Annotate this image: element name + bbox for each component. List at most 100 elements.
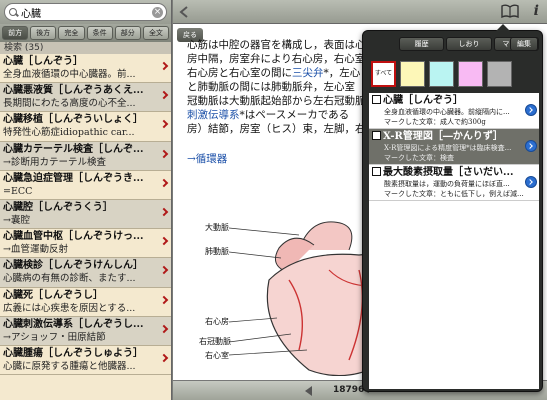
list-item-title: 心臓検診［しんぞうけんしん］ <box>3 260 143 272</box>
tab-history[interactable]: 履歴 <box>399 37 445 51</box>
search-mode-bar: 前方 後方 完全 条件 部分 全文 <box>0 24 171 42</box>
mode-forward-button[interactable]: 前方 <box>2 26 29 40</box>
edit-button[interactable]: 編集 <box>510 37 538 51</box>
list-item[interactable]: 心臓悪液質［しんぞうあくえ... 長期間にわたる高度の心不全... <box>0 83 171 113</box>
results-list: 心臓［しんぞう］ 全身血液循環の中心臓器。前... 心臓悪液質［しんぞうあくえ..… <box>0 54 171 376</box>
mode-backward-button[interactable]: 後方 <box>30 26 57 40</box>
marker-item-marked: マークした文章：検査 <box>384 154 454 162</box>
filter-yellow-swatch[interactable] <box>400 61 425 87</box>
go-arrow-icon[interactable] <box>525 176 537 188</box>
go-arrow-icon[interactable] <box>525 140 537 152</box>
list-item-snippet: →嚢腔 <box>3 214 30 226</box>
list-item-snippet: 心臓病の有無の診断、またす... <box>3 273 136 285</box>
marker-item[interactable]: 心臓［しんぞう］ 全身血液循環の中心臓器。前縦隔内に... マークした文章：成人… <box>369 93 539 129</box>
chevron-right-icon <box>159 353 169 363</box>
popover-arrow <box>496 24 510 31</box>
search-bar: 心臓 × <box>0 0 171 24</box>
chevron-right-icon <box>159 149 169 158</box>
marker-list: 心臓［しんぞう］ 全身血液循環の中心臓器。前縦隔内に... マークした文章：成人… <box>369 93 539 389</box>
mode-exact-button[interactable]: 完全 <box>58 26 85 40</box>
label-right-coronary: 右冠動脈 <box>199 337 231 346</box>
list-item-title: 心臓カテーテル検査［しんぞ... <box>3 143 144 155</box>
label-pulmonary-artery: 肺動脈 <box>205 247 229 256</box>
link-shigeki[interactable]: 刺激伝導系 <box>187 109 240 121</box>
link-see-also[interactable]: →循環器 <box>187 153 227 165</box>
clear-icon[interactable]: × <box>152 6 163 18</box>
checkbox[interactable] <box>372 167 381 176</box>
marker-item-marked: マークした文章：ともに低下し，例えば減... <box>384 190 524 198</box>
marker-item-title: 心臓［しんぞう］ <box>372 95 525 107</box>
list-item-title: 心臓死［しんぞうし］ <box>3 289 103 301</box>
chevron-right-icon <box>159 207 169 217</box>
list-item[interactable]: 心臓移植［しんぞういしょく］ 特発性心筋症idiopathic car... <box>0 112 171 142</box>
list-item[interactable]: 心臓急迫症管理［しんぞうき... =ECC <box>0 171 171 200</box>
list-item-title: 心臓［しんぞう］ <box>3 56 83 67</box>
chevron-right-icon <box>159 324 169 333</box>
list-item[interactable]: 心臓腔［しんぞうくう］ →嚢腔 <box>0 199 171 230</box>
chevron-right-icon <box>159 295 169 304</box>
tab-bookmarks[interactable]: しおり <box>446 37 492 51</box>
list-item-snippet: 広義には心疾患を原因とする... <box>3 302 136 314</box>
marker-item[interactable]: X-R管理図［―かんりず］ X-R管理図による精度管理*は臨床検査... マーク… <box>369 129 539 165</box>
list-item-snippet: 心臓に原発する腫瘍と他臓器... <box>3 360 136 372</box>
mode-partial-button[interactable]: 部分 <box>114 26 141 40</box>
marker-item-title-text: 心臓［しんぞう］ <box>383 95 463 106</box>
chevron-right-icon <box>159 236 169 246</box>
filter-pink-swatch[interactable] <box>458 61 483 87</box>
top-toolbar: i <box>173 0 547 24</box>
mode-fulltext-button[interactable]: 全文 <box>142 26 170 40</box>
filter-gray-swatch[interactable] <box>487 61 512 87</box>
list-item-title: 心臓腫瘍［しんぞうしゅよう］ <box>3 347 143 359</box>
marker-item-title: X-R管理図［―かんりず］ <box>372 131 525 143</box>
search-panel: 心臓 × 前方 後方 完全 条件 部分 全文 検索 (35) 心臓［しんぞう］ 全… <box>0 0 172 400</box>
list-item-snippet: 特発性心筋症idiopathic car... <box>3 127 135 139</box>
color-filter: すべて <box>371 61 539 89</box>
list-item[interactable]: 心臓腫瘍［しんぞうしゅよう］ 心臓に原発する腫瘍と他臓器... <box>0 346 171 376</box>
book-icon[interactable] <box>501 4 519 18</box>
article-text: *はペースメーカである <box>239 109 350 121</box>
mode-condition-button[interactable]: 条件 <box>86 26 113 40</box>
label-right-ventricle: 右心室 <box>205 351 229 360</box>
marker-item-snippet: 全身血液循環の中心臓器。前縦隔内に... <box>384 108 510 116</box>
list-item-title: 心臓移植［しんぞういしょく］ <box>3 114 143 126</box>
results-count: 検索 (35) <box>0 42 171 54</box>
marker-item-title-text: X-R管理図［―かんりず］ <box>383 131 503 142</box>
list-item-snippet: 長期間にわたる高度の心不全... <box>3 98 136 110</box>
link-sanjiben[interactable]: 三尖弁 <box>292 67 324 79</box>
chevron-right-icon <box>159 90 169 100</box>
list-item[interactable]: 心臓死［しんぞうし］ 広義には心疾患を原因とする... <box>0 288 171 317</box>
search-input-value: 心臓 <box>21 8 41 20</box>
list-item-title: 心臓刺激伝導系［しんぞうし... <box>3 318 144 330</box>
list-item[interactable]: 心臓血管中枢［しんぞうけっ... →血管運動反射 <box>0 229 171 259</box>
list-item-title: 心臓腔［しんぞうくう］ <box>3 201 113 213</box>
list-item-title: 心臓急迫症管理［しんぞうき... <box>3 172 144 184</box>
list-item-snippet: 全身血液循環の中心臓器。前... <box>3 69 136 80</box>
list-item[interactable]: 心臓［しんぞう］ 全身血液循環の中心臓器。前... <box>0 54 171 84</box>
filter-cyan-swatch[interactable] <box>429 61 454 87</box>
chevron-right-icon <box>159 120 169 129</box>
filter-all-button[interactable]: すべて <box>371 61 396 87</box>
list-item[interactable]: 心臓検診［しんぞうけんしん］ 心臓病の有無の診断、またす... <box>0 258 171 288</box>
prev-page-icon[interactable] <box>305 386 312 396</box>
go-arrow-icon[interactable] <box>525 104 537 116</box>
checkbox[interactable] <box>372 95 381 104</box>
marker-item[interactable]: 最大酸素摂取量［さいだい... 酸素摂取量は，運動の負荷量にほぼ直... マーク… <box>369 165 539 201</box>
list-item-snippet: =ECC <box>3 185 33 197</box>
back-arrow-icon[interactable] <box>179 6 189 18</box>
list-item-snippet: →診断用カテーテル検査 <box>3 156 106 168</box>
label-aorta: 大動脈 <box>205 223 229 232</box>
label-right-atrium: 右心房 <box>205 317 229 326</box>
list-item-snippet: →血管運動反射 <box>3 244 68 256</box>
search-icon <box>8 7 19 18</box>
info-icon[interactable]: i <box>534 3 539 19</box>
article-text: *，左心 <box>323 67 361 79</box>
marker-item-marked: マークした文章：成人で約300g <box>384 118 486 126</box>
search-input[interactable]: 心臓 × <box>4 3 167 21</box>
list-item[interactable]: 心臓カテーテル検査［しんぞ... →診断用カテーテル検査 <box>0 141 171 171</box>
chevron-right-icon <box>159 61 169 71</box>
list-item[interactable]: 心臓刺激伝導系［しんぞうし... →アショッフ・田原結節 <box>0 316 171 346</box>
marker-item-title: 最大酸素摂取量［さいだい... <box>372 167 525 179</box>
list-item-title: 心臓悪液質［しんぞうあくえ... <box>3 85 144 97</box>
marker-item-snippet: 酸素摂取量は，運動の負荷量にほぼ直... <box>384 180 510 188</box>
checkbox[interactable] <box>372 131 381 140</box>
